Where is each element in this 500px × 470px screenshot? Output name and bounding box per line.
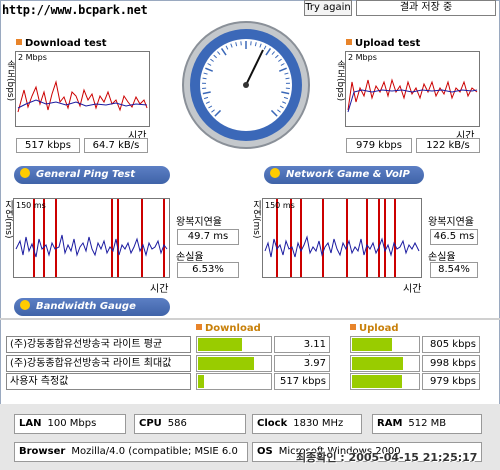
upload-max-label: 2 Mbps	[348, 53, 377, 62]
ping-loss-label: 손실율	[176, 252, 204, 263]
upload-series-red	[347, 78, 478, 111]
game-x-axis: 시간	[403, 284, 422, 295]
upload-kBs: 122 kB/s	[416, 138, 480, 153]
download-bar-fill	[198, 375, 205, 388]
lan-info: LAN 100 Mbps	[14, 414, 126, 434]
bullet-icon	[16, 39, 22, 45]
download-kBs: 64.7 kB/s	[84, 138, 148, 153]
try-again-button[interactable]: Try again	[304, 0, 352, 16]
upload-bar	[350, 355, 420, 372]
download-bar-fill	[198, 338, 242, 351]
game-loss-value: 8.54%	[430, 262, 478, 278]
upload-bar-fill	[352, 375, 402, 388]
upload-bar	[350, 336, 420, 353]
download-value: 517 kbps	[274, 373, 330, 390]
game-loss-label: 손실율	[428, 252, 456, 263]
speedometer	[181, 20, 311, 150]
upload-bar	[350, 373, 420, 390]
download-bar	[196, 373, 272, 390]
ping-latency-label: 왕복지연율	[176, 217, 222, 228]
section-ping-header: General Ping Test	[14, 166, 170, 184]
section-bandwidth-header: Bandwidth Gauge	[14, 298, 170, 316]
upload-value: 998 kbps	[422, 355, 480, 372]
last-checked-timestamp: 최종확인 : 2005-04-15 21:25:17	[296, 451, 478, 464]
game-latency-value: 46.5 ms	[430, 229, 478, 245]
download-kbps: 517 kbps	[16, 138, 80, 153]
download-value: 3.11 Mbps	[274, 336, 330, 365]
gauge-upload-header: Upload	[350, 323, 398, 334]
upload-kbps: 979 kbps	[346, 138, 412, 153]
divider	[0, 318, 500, 320]
save-result-button[interactable]: 결과 저장 중	[356, 0, 496, 16]
bandwidth-icon	[20, 300, 30, 310]
upload-value: 979 kbps	[422, 373, 480, 390]
upload-title: Upload test	[346, 38, 420, 49]
download-bar-fill	[198, 357, 255, 370]
bullet-icon	[350, 324, 356, 330]
cpu-info: CPU 586	[134, 414, 246, 434]
download-series-red	[17, 80, 148, 113]
download-bar	[196, 355, 272, 372]
game-latency-label: 왕복지연율	[428, 217, 474, 228]
bullet-icon	[346, 39, 352, 45]
gauge-tick	[285, 77, 290, 80]
ping-series-blue	[15, 234, 168, 258]
download-bar	[196, 336, 272, 353]
bullet-icon	[196, 324, 202, 330]
ping-graph	[13, 198, 170, 278]
download-graph	[15, 51, 150, 127]
ping-max-label: 150 ms	[16, 201, 46, 210]
download-value: 3.97 Mbps	[274, 355, 330, 384]
gauge-download-header: Download	[196, 323, 261, 334]
download-title: Download test	[16, 38, 107, 49]
upload-graph	[345, 51, 480, 127]
download-max-label: 2 Mbps	[18, 53, 47, 62]
section-game-header: Network Game & VoIP Test	[264, 166, 424, 198]
gauge-row-label: 사용자 측정값	[6, 373, 191, 390]
browser-info: Browser Mozilla/4.0 (compatible; MSIE 6.0	[14, 442, 248, 462]
game-graph	[262, 198, 422, 278]
gauge-row-label: (주)강동종합유선방송국 라이트 최대값	[6, 355, 191, 372]
upload-value: 805 kbps	[422, 336, 480, 353]
upload-bar-fill	[352, 357, 404, 370]
game-max-label: 150 ms	[265, 201, 295, 210]
site-url[interactable]: http://www.bcpark.net	[2, 3, 148, 17]
gauge-tick	[202, 77, 207, 80]
ping-latency-value: 49.7 ms	[177, 229, 239, 245]
ping-loss-value: 6.53%	[177, 262, 239, 278]
game-icon	[270, 168, 280, 178]
ping-x-axis: 시간	[150, 284, 169, 295]
upload-bar-fill	[352, 338, 393, 351]
clock-info: Clock 1830 MHz	[252, 414, 362, 434]
ram-info: RAM 512 MB	[372, 414, 482, 434]
ping-icon	[20, 168, 30, 178]
gauge-row-label: (주)강동종합유선방송국 라이트 평균	[6, 336, 191, 353]
